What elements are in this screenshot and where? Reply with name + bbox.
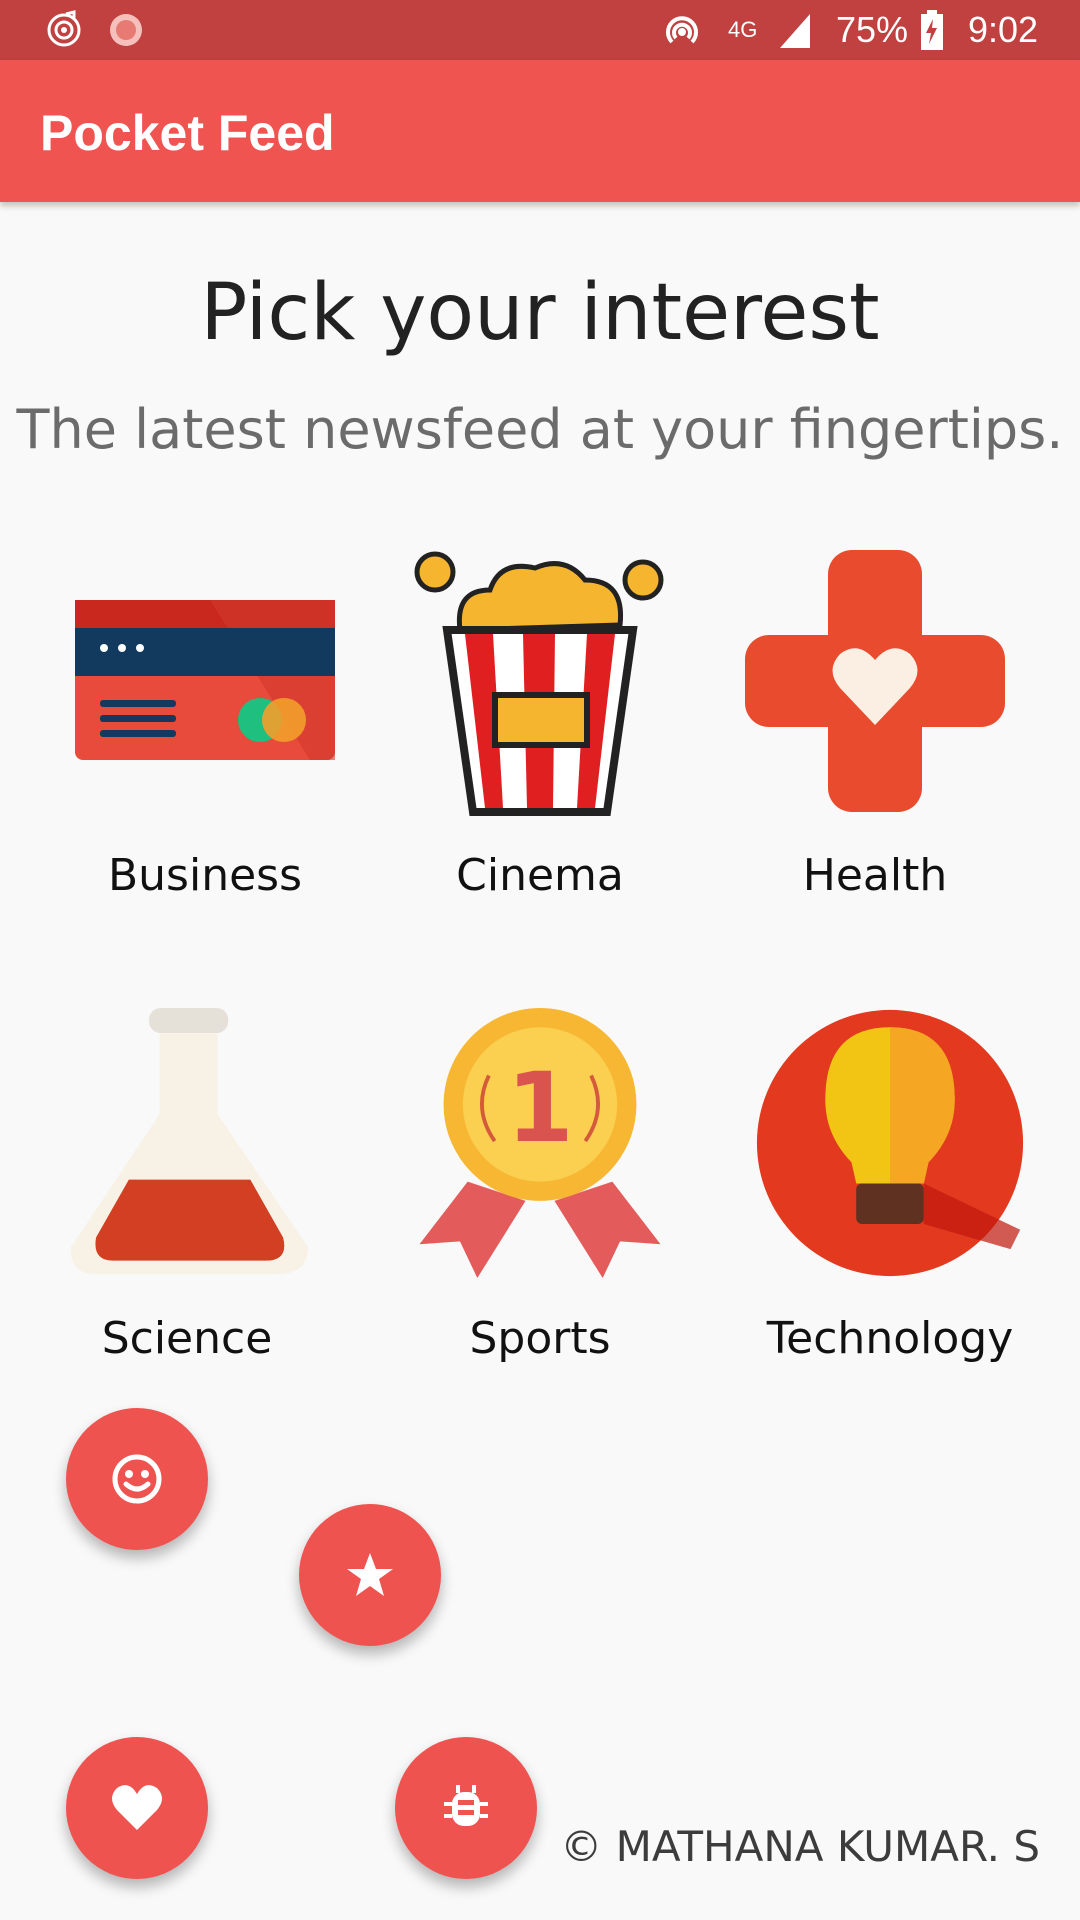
- network-type: 4G: [728, 17, 758, 42]
- app-title: Pocket Feed: [40, 105, 335, 161]
- star-icon: [347, 1553, 393, 1596]
- page-subtitle: The latest newsfeed at your fingertips.: [16, 398, 1064, 461]
- category-label: Science: [101, 1313, 273, 1364]
- clock: 9:02: [968, 9, 1039, 50]
- battery-percent: 75%: [836, 9, 909, 50]
- category-technology[interactable]: Technology: [725, 1008, 1055, 1378]
- category-business[interactable]: Business: [40, 550, 370, 910]
- medical-cross-heart-icon: [745, 550, 1005, 812]
- app-notification-icon: [110, 14, 142, 46]
- bug-fab-button[interactable]: [395, 1737, 537, 1879]
- music-notification-icon: [47, 10, 81, 47]
- light-bulb-icon: [756, 1009, 1024, 1277]
- medal-icon: 1: [419, 1008, 661, 1278]
- battery-charging-icon: [921, 10, 943, 50]
- category-science[interactable]: Science: [40, 1008, 370, 1378]
- category-label: Sports: [469, 1313, 611, 1364]
- heart-fab-button[interactable]: [66, 1737, 208, 1879]
- svg-text:1: 1: [506, 1052, 573, 1164]
- app-bar: Pocket Feed: [0, 60, 1080, 202]
- page-title: Pick your interest: [200, 268, 880, 358]
- category-cinema[interactable]: Cinema: [375, 550, 705, 910]
- credit-card-icon: [75, 600, 335, 760]
- hotspot-icon: [666, 16, 698, 44]
- smiley-icon: [112, 1454, 162, 1504]
- heart-icon: [112, 1785, 162, 1830]
- flask-icon: [70, 1008, 309, 1275]
- copyright-text: © MATHANA KUMAR. S: [560, 1822, 1040, 1871]
- popcorn-icon: [414, 551, 664, 816]
- category-label: Business: [107, 850, 303, 901]
- category-label: Technology: [766, 1313, 1014, 1364]
- category-sports[interactable]: 1 Sports: [375, 1008, 705, 1378]
- signal-icon: [780, 14, 810, 48]
- status-bar: 4G 75% 9:02: [0, 0, 1080, 60]
- bug-icon: [444, 1785, 488, 1826]
- category-label: Health: [802, 850, 948, 901]
- category-health[interactable]: Health: [710, 550, 1040, 910]
- category-label: Cinema: [456, 850, 624, 901]
- smiley-fab-button[interactable]: [66, 1408, 208, 1550]
- star-fab-button[interactable]: [299, 1504, 441, 1646]
